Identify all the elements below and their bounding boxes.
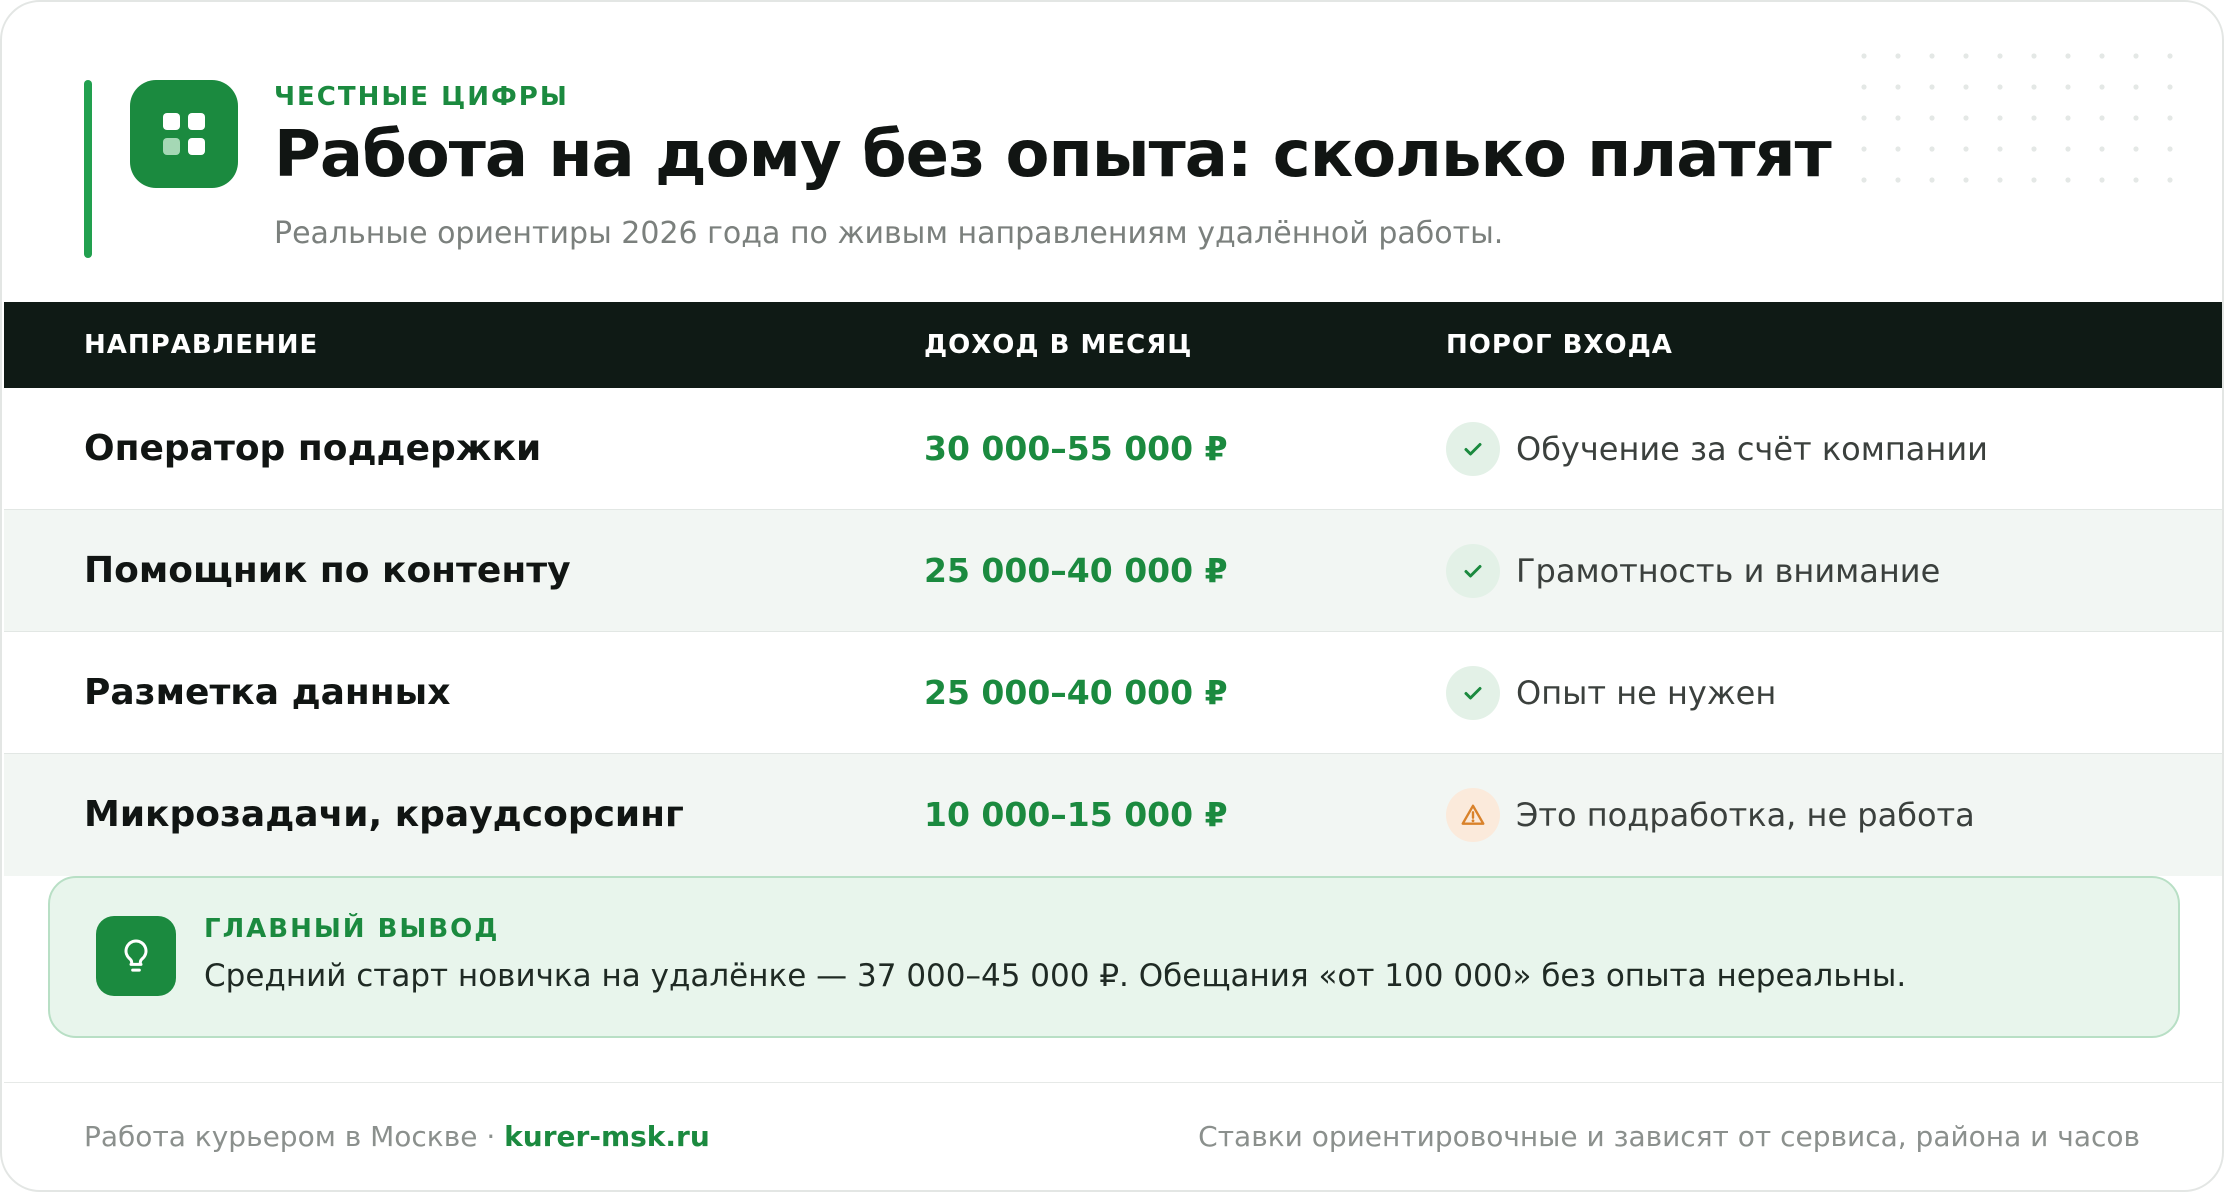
conclusion-text: Средний старт новичка на удалёнке — 37 0… [204, 958, 1907, 994]
footer-link[interactable]: kurer-msk.ru [504, 1120, 710, 1153]
accent-bar [84, 80, 92, 258]
eyebrow-label: ЧЕСТНЫЕ ЦИФРЫ [274, 82, 569, 112]
page-title: Работа на дому без опыта: сколько платят [274, 118, 1832, 192]
income-cell: 25 000–40 000 ₽ [924, 551, 1228, 590]
income-cell: 10 000–15 000 ₽ [924, 795, 1228, 834]
footer-source-text: Работа курьером в Москве · [84, 1120, 505, 1153]
entry-cell: Это подработка, не работа [1516, 796, 1975, 834]
entry-cell: Грамотность и внимание [1516, 552, 1941, 590]
table-header: НАПРАВЛЕНИЕ ДОХОД В МЕСЯЦ ПОРОГ ВХОДА [4, 302, 2222, 388]
page-subtitle: Реальные ориентиры 2026 года по живым на… [274, 216, 1504, 251]
income-cell: 25 000–40 000 ₽ [924, 673, 1228, 712]
table-row: Оператор поддержки 30 000–55 000 ₽ Обуче… [4, 388, 2222, 510]
entry-cell: Обучение за счёт компании [1516, 430, 1988, 468]
column-header-income: ДОХОД В МЕСЯЦ [924, 330, 1193, 360]
direction-cell: Микрозадачи, краудсорсинг [84, 794, 684, 835]
column-header-entry: ПОРОГ ВХОДА [1446, 330, 1673, 360]
lightbulb-icon [96, 916, 176, 996]
table-row: Микрозадачи, краудсорсинг 10 000–15 000 … [4, 754, 2222, 876]
footer-disclaimer: Ставки ориентировочные и зависят от серв… [1198, 1120, 2140, 1153]
dot-pattern-decoration [1861, 53, 2173, 183]
table-row: Помощник по контенту 25 000–40 000 ₽ Гра… [4, 510, 2222, 632]
income-cell: 30 000–55 000 ₽ [924, 429, 1228, 468]
table-row: Разметка данных 25 000–40 000 ₽ Опыт не … [4, 632, 2222, 754]
direction-cell: Разметка данных [84, 672, 451, 713]
direction-cell: Оператор поддержки [84, 428, 542, 469]
check-icon [1446, 666, 1500, 720]
footer-source: Работа курьером в Москве · kurer-msk.ru [84, 1120, 710, 1153]
check-icon [1446, 544, 1500, 598]
conclusion-label: ГЛАВНЫЙ ВЫВОД [204, 914, 500, 944]
infographic-card: ЧЕСТНЫЕ ЦИФРЫ Работа на дому без опыта: … [0, 0, 2224, 1192]
entry-cell: Опыт не нужен [1516, 674, 1777, 712]
direction-cell: Помощник по контенту [84, 550, 571, 591]
check-icon [1446, 422, 1500, 476]
conclusion-box: ГЛАВНЫЙ ВЫВОД Средний старт новичка на у… [48, 876, 2180, 1038]
column-header-direction: НАПРАВЛЕНИЕ [84, 330, 319, 360]
grid-icon [130, 80, 238, 188]
footer-divider [4, 1082, 2222, 1083]
warning-icon [1446, 788, 1500, 842]
